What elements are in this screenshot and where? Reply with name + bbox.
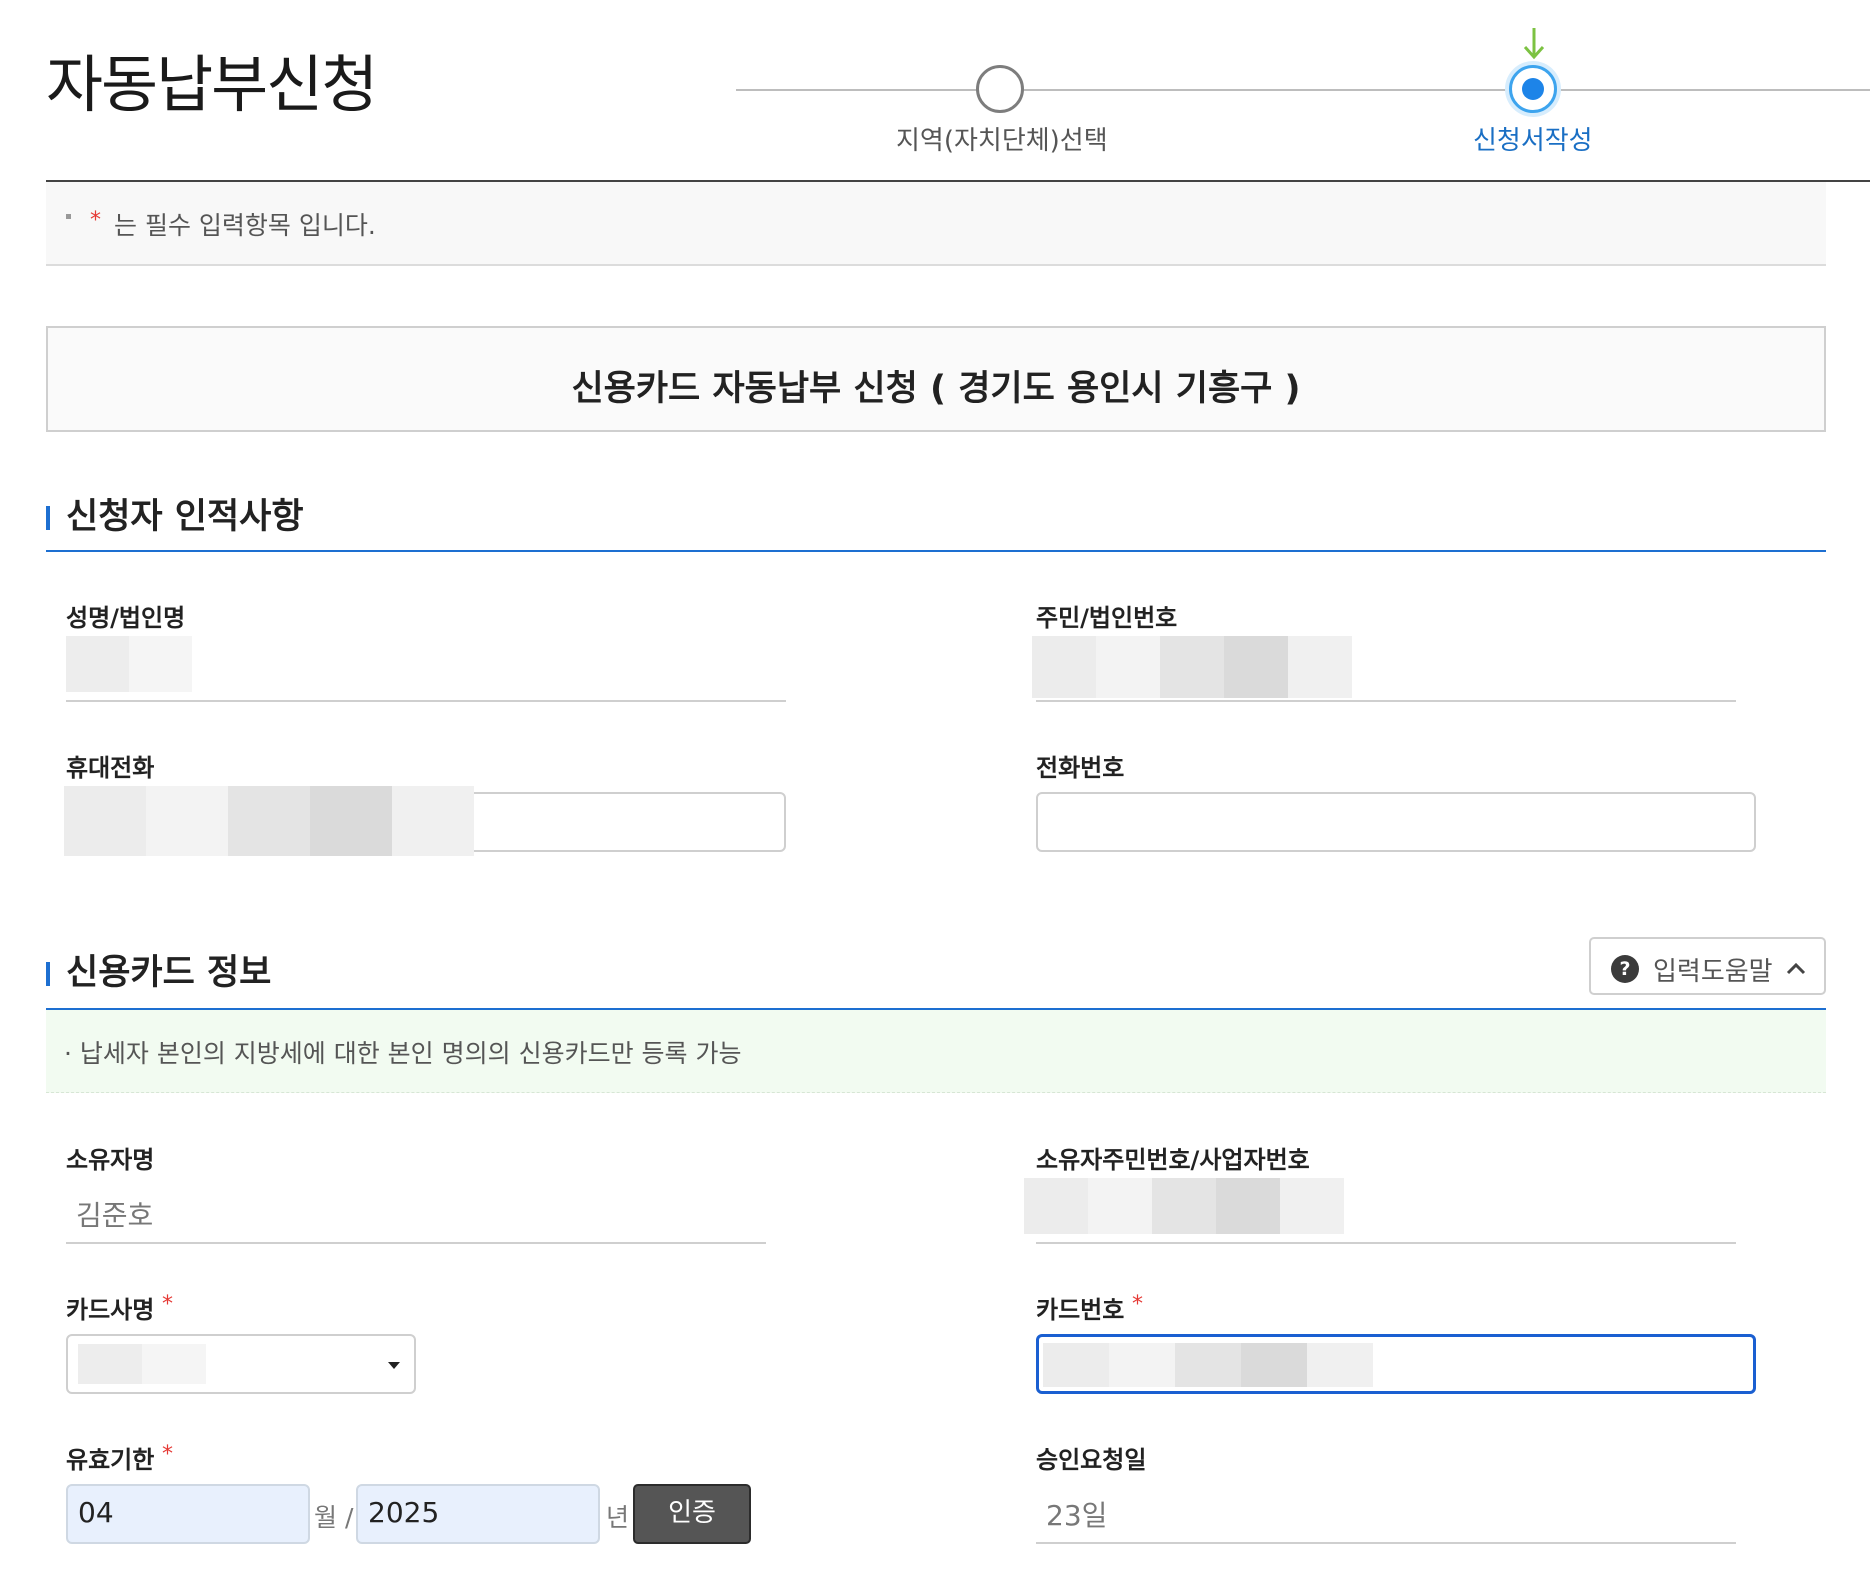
expiry-label: 유효기한	[66, 1446, 155, 1474]
approval-date-label: 승인요청일	[1036, 1446, 1147, 1474]
input-help-label: 입력도움말	[1653, 957, 1773, 987]
month-unit: 월 /	[314, 1503, 354, 1532]
required-notice: * 는 필수 입력항목 입니다.	[46, 182, 1826, 266]
card-company-value-masked	[78, 1344, 206, 1384]
name-value-masked	[66, 636, 192, 692]
expiry-year-input[interactable]: 2025	[356, 1484, 600, 1544]
mobile-value-masked	[64, 786, 474, 856]
expiry-month-input[interactable]: 04	[66, 1484, 310, 1544]
owner-name-value: 김준호	[76, 1199, 154, 1232]
card-section-title: 신용카드 정보	[66, 953, 272, 993]
required-star-icon: *	[162, 1292, 173, 1317]
step-progress-line	[736, 89, 1870, 91]
card-company-select[interactable]	[66, 1334, 416, 1394]
step-1-label: 지역(자치단체)선택	[896, 126, 1108, 156]
step-2-indicator	[1509, 65, 1557, 113]
verify-button[interactable]: 인증	[633, 1484, 751, 1544]
approval-date-value: 23일	[1046, 1499, 1108, 1532]
input-help-button[interactable]: ? 입력도움말	[1589, 937, 1826, 995]
name-label: 성명/법인명	[66, 604, 186, 632]
card-number-input[interactable]	[1036, 1334, 1756, 1394]
mobile-label: 휴대전화	[66, 754, 155, 782]
page-title: 자동납부신청	[46, 48, 378, 121]
owner-id-value-masked	[1024, 1178, 1344, 1234]
required-star-icon: *	[90, 208, 101, 233]
owner-name-label: 소유자명	[66, 1146, 155, 1174]
card-number-value-masked	[1043, 1343, 1373, 1387]
card-company-label: 카드사명	[66, 1296, 155, 1324]
bullet-icon	[66, 214, 71, 219]
card-number-label: 카드번호	[1036, 1296, 1125, 1324]
form-title: 신용카드 자동납부 신청 ( 경기도 용인시 기흥구 )	[571, 369, 1301, 409]
id-number-value-masked	[1032, 636, 1352, 698]
owner-id-label: 소유자주민번호/사업자번호	[1036, 1146, 1310, 1174]
name-field-underline	[66, 700, 786, 702]
down-arrow-icon	[1523, 28, 1545, 60]
id-field-underline	[1036, 700, 1736, 702]
step-1-indicator	[976, 65, 1024, 113]
phone-label: 전화번호	[1036, 754, 1125, 782]
phone-input[interactable]	[1036, 792, 1756, 852]
applicant-section-title: 신청자 인적사항	[66, 497, 304, 537]
applicant-section-divider	[46, 550, 1826, 552]
card-info-box: · 납세자 본인의 지방세에 대한 본인 명의의 신용카드만 등록 가능	[46, 1010, 1826, 1093]
required-notice-text: 는 필수 입력항목 입니다.	[114, 211, 376, 240]
section-marker	[46, 506, 50, 530]
section-marker	[46, 962, 50, 986]
year-unit: 년	[606, 1503, 630, 1532]
form-title-box: 신용카드 자동납부 신청 ( 경기도 용인시 기흥구 )	[46, 326, 1826, 432]
caret-down-icon	[388, 1362, 400, 1369]
step-2-label: 신청서작성	[1473, 126, 1593, 156]
card-info-text: · 납세자 본인의 지방세에 대한 본인 명의의 신용카드만 등록 가능	[64, 1039, 742, 1068]
active-step-dot	[1522, 78, 1544, 100]
approval-date-underline	[1036, 1542, 1736, 1544]
question-icon: ?	[1611, 955, 1639, 983]
required-star-icon: *	[162, 1442, 173, 1467]
chevron-up-icon	[1786, 962, 1806, 975]
required-star-icon: *	[1132, 1292, 1143, 1317]
owner-name-underline	[66, 1242, 766, 1244]
id-number-label: 주민/법인번호	[1036, 604, 1178, 632]
owner-id-underline	[1036, 1242, 1736, 1244]
